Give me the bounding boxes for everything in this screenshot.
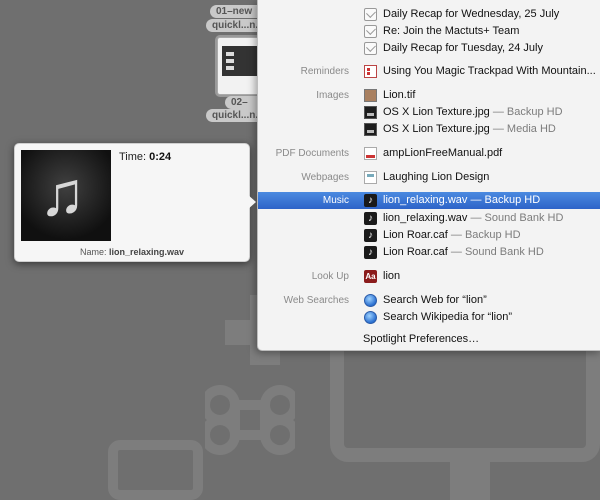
spotlight-result-label: OS X Lion Texture.jpg — Media HD — [383, 123, 556, 135]
spotlight-category-label: Images — [316, 90, 349, 101]
mail-icon — [364, 42, 377, 55]
spotlight-result-row[interactable]: Reminders Using You Magic Trackpad With M… — [258, 63, 600, 80]
spotlight-result-label: Using You Magic Trackpad With Mountain..… — [383, 65, 596, 77]
music-file-icon: ♪ — [364, 194, 377, 207]
spotlight-result-row[interactable]: Daily Recap for Tuesday, 24 July — [258, 40, 600, 57]
spotlight-result-row[interactable]: Web Searches Search Web for “lion” — [258, 292, 600, 309]
globe-icon — [364, 294, 377, 307]
jpg-image-icon — [364, 123, 377, 136]
spotlight-result-label: Re: Join the Mactuts+ Team — [383, 25, 520, 37]
reminder-icon — [364, 65, 377, 78]
quick-look-preview: ♫ Time: 0:24 Name: lion_relaxing.wav — [14, 143, 250, 262]
spotlight-result-row[interactable]: PDF Documents ampLionFreeManual.pdf — [258, 145, 600, 162]
spotlight-result-location: — Sound Bank HD — [467, 212, 564, 224]
spotlight-preferences-item[interactable]: Spotlight Preferences… — [258, 331, 600, 348]
spotlight-category-label: Look Up — [311, 271, 349, 282]
spotlight-result-label: Search Web for “lion” — [383, 294, 487, 306]
music-file-icon: ♪ — [364, 229, 377, 242]
spotlight-result-label: ampLionFreeManual.pdf — [383, 147, 503, 159]
preview-time: Time: 0:24 — [119, 151, 172, 163]
spotlight-result-label: lion_relaxing.wav — Sound Bank HD — [383, 212, 564, 224]
command-key-icon — [205, 385, 295, 455]
mail-icon — [364, 8, 377, 21]
spotlight-preferences-label: Spotlight Preferences… — [363, 333, 480, 345]
dictionary-icon: Aa — [364, 270, 377, 283]
mail-icon — [364, 25, 377, 38]
spotlight-category-label: Webpages — [301, 172, 349, 183]
spotlight-result-location: — Backup HD — [489, 106, 563, 118]
spotlight-result-row[interactable]: Look Up Aa lion — [258, 268, 600, 285]
monitor-stand-shape — [450, 462, 490, 500]
spotlight-result-location: — Media HD — [489, 123, 556, 135]
spotlight-result-label: OS X Lion Texture.jpg — Backup HD — [383, 106, 563, 118]
tif-image-icon — [364, 89, 377, 102]
spotlight-category-label: Reminders — [300, 66, 349, 77]
spotlight-result-location: — Sound Bank HD — [447, 246, 544, 258]
spotlight-result-label: lion — [383, 270, 401, 282]
spotlight-result-label: Lion.tif — [383, 89, 416, 101]
spotlight-result-row[interactable]: Daily Recap for Wednesday, 25 July — [258, 6, 600, 23]
spotlight-result-label: Lion Roar.caf — Sound Bank HD — [383, 246, 544, 258]
preview-name: Name: lion_relaxing.wav — [79, 247, 185, 257]
preview-pointer-arrow — [247, 194, 256, 210]
spotlight-result-location: — Backup HD — [467, 194, 541, 206]
spotlight-result-row[interactable]: OS X Lion Texture.jpg — Media HD — [258, 121, 600, 138]
spotlight-result-location: — Backup HD — [447, 229, 521, 241]
pdf-icon — [364, 147, 377, 160]
spotlight-result-row[interactable]: OS X Lion Texture.jpg — Backup HD — [258, 104, 600, 121]
webpage-icon — [364, 171, 377, 184]
spotlight-result-row[interactable]: Webpages Laughing Lion Design — [258, 169, 600, 186]
music-file-icon: ♪ — [364, 212, 377, 225]
album-art: ♫ — [21, 150, 111, 241]
iphone-shape — [108, 440, 203, 500]
spotlight-category-label: PDF Documents — [275, 148, 349, 159]
music-file-icon: ♪ — [364, 246, 377, 259]
music-note-icon: ♫ — [39, 160, 86, 229]
spotlight-result-label: Laughing Lion Design — [383, 171, 490, 183]
spotlight-result-label: lion_relaxing.wav — Backup HD — [383, 194, 541, 206]
spotlight-result-label: Daily Recap for Wednesday, 25 July — [383, 8, 560, 20]
globe-icon — [364, 311, 377, 324]
spotlight-result-row[interactable]: ♪ Lion Roar.caf — Sound Bank HD — [258, 244, 600, 261]
spotlight-result-row[interactable]: ♪ lion_relaxing.wav — Sound Bank HD — [258, 210, 600, 227]
spotlight-result-label: Lion Roar.caf — Backup HD — [383, 229, 521, 241]
spotlight-results-menu: Daily Recap for Wednesday, 25 July Re: Jo… — [257, 0, 600, 351]
spotlight-result-row[interactable]: Search Wikipedia for “lion” — [258, 309, 600, 326]
jpg-image-icon — [364, 106, 377, 119]
spotlight-result-row[interactable]: Images Lion.tif — [258, 87, 600, 104]
spotlight-result-row[interactable]: ♪ Lion Roar.caf — Backup HD — [258, 227, 600, 244]
spotlight-result-label: Daily Recap for Tuesday, 24 July — [383, 42, 543, 54]
spotlight-result-row[interactable]: Re: Join the Mactuts+ Team — [258, 23, 600, 40]
spotlight-category-label: Web Searches — [283, 295, 349, 306]
spotlight-result-row[interactable]: Music ♪ lion_relaxing.wav — Backup HD — [258, 192, 600, 209]
spotlight-result-label: Search Wikipedia for “lion” — [383, 311, 512, 323]
spotlight-category-label: Music — [322, 195, 349, 206]
